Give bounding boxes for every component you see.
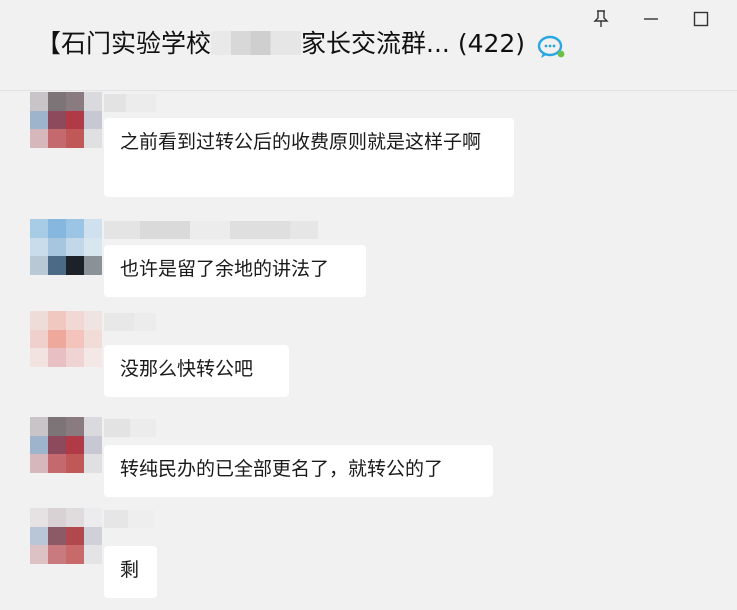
message-text: 剩 (120, 559, 140, 581)
sender-name-blurred (104, 419, 156, 437)
header-divider (0, 90, 737, 91)
message-text: 也许是留了余地的讲法了 (120, 258, 330, 280)
blurred-title-segment (211, 31, 302, 55)
message-bubble[interactable]: 剩 (104, 546, 157, 598)
avatar[interactable] (30, 508, 102, 564)
maximize-icon (693, 11, 709, 27)
avatar[interactable] (30, 311, 102, 367)
pin-icon (593, 10, 609, 27)
sender-name-blurred (104, 510, 154, 528)
member-count: (422) (457, 29, 526, 58)
minimize-icon (644, 18, 658, 20)
message-text: 之前看到过转公后的收费原则就是这样子啊 (120, 131, 482, 153)
sender-name-blurred (104, 313, 156, 331)
chat-bubbles-icon[interactable] (537, 34, 567, 60)
avatar[interactable] (30, 92, 102, 148)
chat-title-prefix: 【石门实验学校 (36, 29, 212, 58)
chat-title: 【石门实验学校 家长交流群... (422) (36, 26, 525, 62)
maximize-button[interactable] (688, 6, 714, 32)
minimize-button[interactable] (638, 6, 664, 32)
sender-name-blurred (104, 221, 318, 239)
message-bubble[interactable]: 没那么快转公吧 (104, 345, 289, 397)
sender-name-blurred (104, 94, 156, 112)
avatar[interactable] (30, 219, 102, 275)
title-bar: 【石门实验学校 家长交流群... (422) (0, 0, 737, 90)
chat-title-suffix: 家长交流群... (301, 29, 450, 58)
message-bubble[interactable]: 转纯民办的已全部更名了，就转公的了 (104, 445, 493, 497)
pin-button[interactable] (588, 6, 614, 32)
message-text: 没那么快转公吧 (120, 358, 254, 380)
message-bubble[interactable]: 也许是留了余地的讲法了 (104, 245, 366, 297)
message-text: 转纯民办的已全部更名了，就转公的了 (120, 458, 444, 480)
message-bubble[interactable]: 之前看到过转公后的收费原则就是这样子啊 (104, 118, 514, 197)
avatar[interactable] (30, 417, 102, 473)
